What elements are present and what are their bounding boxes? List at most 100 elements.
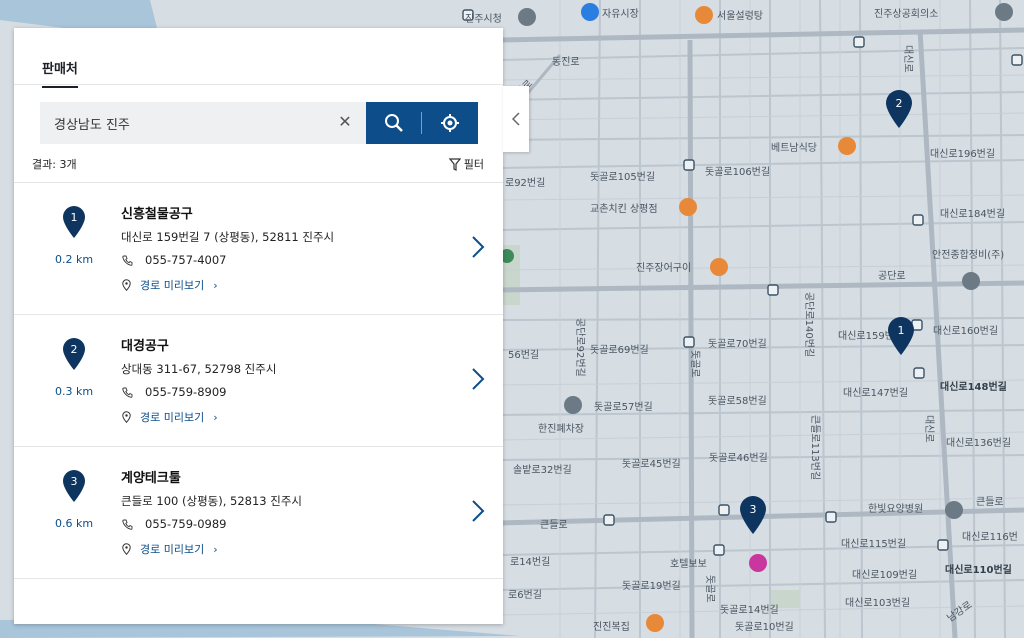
locate-me-button[interactable]: [422, 102, 477, 144]
map-label: 56번길: [508, 348, 539, 361]
map-label: 대신로110번길: [945, 563, 1012, 576]
dealer-phone: 055-759-8909: [122, 385, 226, 399]
map-label: 돗골로58번길: [708, 394, 767, 407]
map-label: 대신로109번길: [852, 568, 917, 581]
chevron-right-icon: ›: [213, 410, 218, 424]
route-preview-link[interactable]: 경로 미리보기 ›: [122, 409, 218, 425]
map-label: 큰들로113번길: [809, 415, 822, 480]
chevron-right-icon[interactable]: [471, 499, 485, 523]
map-label: 돗골로57번길: [594, 400, 653, 413]
route-preview-label: 경로 미리보기: [140, 543, 205, 556]
map-label: 돗골로19번길: [622, 579, 681, 592]
list-item[interactable]: 2 0.3 km 대경공구 상대동 311-67, 52798 진주시 055-…: [14, 314, 503, 446]
map-marker-label: 3: [750, 503, 757, 516]
chevron-right-icon: ›: [213, 278, 218, 292]
dealer-address: 상대동 311-67, 52798 진주시: [121, 362, 277, 376]
map-label: 돗골로10번길: [735, 620, 794, 633]
map-label: 돗골로69번길: [590, 343, 649, 356]
map-label: 돗골로: [689, 350, 701, 378]
map-label: 호텔보보: [670, 558, 707, 570]
map-label: 돗골로70번길: [708, 337, 767, 350]
dealer-name: 신흥철물공구: [121, 207, 193, 222]
map-label: 공단로: [878, 270, 906, 282]
location-pin-icon: 1: [63, 206, 85, 238]
dealer-name: 대경공구: [121, 339, 169, 354]
phone-icon: [122, 519, 133, 530]
map-label: 로92번길: [505, 176, 545, 189]
map-marker-label: 1: [898, 324, 905, 337]
map-label: 진진복집: [593, 621, 630, 633]
map-label: 대신로: [923, 415, 935, 443]
map-pin-outline-icon: [122, 411, 131, 423]
map-label: 한진폐차장: [538, 423, 584, 435]
map-label: 대신로184번길: [940, 207, 1005, 220]
phone-number[interactable]: 055-759-8909: [145, 385, 226, 399]
crosshair-icon: [440, 114, 459, 132]
tab-bar: 판매처: [14, 28, 503, 88]
chevron-right-icon[interactable]: [471, 367, 485, 391]
dealer-phone: 055-759-0989: [122, 517, 226, 531]
search-icon: [384, 114, 403, 132]
phone-number[interactable]: 055-757-4007: [145, 253, 226, 267]
clear-icon[interactable]: ✕: [336, 113, 354, 131]
map-label: 진주장어구이: [636, 262, 691, 274]
search-bar: 경상남도 진주 ✕: [40, 102, 478, 144]
location-pin-icon: 3: [63, 470, 85, 502]
svg-text:1: 1: [71, 211, 78, 224]
map-label: 대신로196번길: [930, 147, 995, 160]
search-input[interactable]: 경상남도 진주 ✕: [40, 102, 366, 144]
map-label: 큰들로: [976, 496, 1004, 508]
route-preview-link[interactable]: 경로 미리보기 ›: [122, 277, 218, 293]
phone-icon: [122, 387, 133, 398]
map-label: 돗골로105번길: [590, 170, 655, 183]
map-label: 한빛요양병원: [868, 503, 923, 515]
dealer-panel: 판매처 경상남도 진주 ✕ 결과: 3개 필터 1 0.2 km 신흥철물공구 …: [14, 28, 503, 624]
tab-dealers[interactable]: 판매처: [42, 58, 78, 88]
distance: 0.2 km: [54, 253, 94, 266]
chevron-left-icon: [512, 112, 520, 126]
map-label: 대신로: [902, 45, 914, 73]
chevron-right-icon[interactable]: [471, 235, 485, 259]
map-label: 서울설렁탕: [717, 10, 763, 22]
dealer-address: 큰들로 100 (상평동), 52813 진주시: [121, 494, 303, 508]
phone-icon: [122, 255, 133, 266]
phone-number[interactable]: 055-759-0989: [145, 517, 226, 531]
map-label: 대신로160번길: [933, 324, 998, 337]
dealer-list: 1 0.2 km 신흥철물공구 대신로 159번길 7 (상평동), 52811…: [14, 182, 503, 579]
list-item[interactable]: 3 0.6 km 계양테크툴 큰들로 100 (상평동), 52813 진주시 …: [14, 446, 503, 579]
filter-button[interactable]: 필터: [448, 156, 484, 172]
route-preview-link[interactable]: 경로 미리보기 ›: [122, 541, 218, 557]
search-input-value: 경상남도 진주: [54, 118, 130, 133]
map-label: 자유시장: [602, 8, 639, 20]
map-label: 진주시청: [465, 13, 502, 25]
route-preview-label: 경로 미리보기: [140, 279, 205, 292]
map-label: 로6번길: [508, 588, 542, 601]
list-item[interactable]: 1 0.2 km 신흥철물공구 대신로 159번길 7 (상평동), 52811…: [14, 182, 503, 314]
dealer-phone: 055-757-4007: [122, 253, 226, 267]
map-label: 베트남식당: [771, 142, 817, 154]
map-label: 대신로115번길: [841, 537, 906, 550]
map-label: 대신로136번길: [946, 436, 1011, 449]
map-label: 공단로92번길: [574, 318, 587, 377]
map-label: 안전종합정비(주): [932, 249, 1004, 261]
map-pin-outline-icon: [122, 279, 131, 291]
map-label: 돗골로: [704, 575, 716, 603]
map-label: 돗골로46번길: [709, 451, 768, 464]
map-label: 대신로147번길: [843, 386, 908, 399]
map-label: 대신로159번: [838, 330, 894, 342]
map-label: 큰들로: [540, 519, 568, 531]
map-label: 돗골로106번길: [705, 165, 770, 178]
map-label: 대신로116번: [962, 531, 1018, 543]
filter-icon: [448, 157, 461, 171]
dealer-address: 대신로 159번길 7 (상평동), 52811 진주시: [121, 230, 335, 244]
collapse-panel-button[interactable]: [503, 86, 529, 152]
svg-text:3: 3: [71, 475, 78, 488]
distance: 0.6 km: [54, 517, 94, 530]
map-pin-outline-icon: [122, 543, 131, 555]
map-label: 돗골로45번길: [622, 457, 681, 470]
dealer-name: 계양테크툴: [121, 471, 181, 486]
search-button[interactable]: [366, 102, 421, 144]
chevron-right-icon: ›: [213, 542, 218, 556]
map-label: 공단로140번길: [803, 292, 816, 357]
route-preview-label: 경로 미리보기: [140, 411, 205, 424]
